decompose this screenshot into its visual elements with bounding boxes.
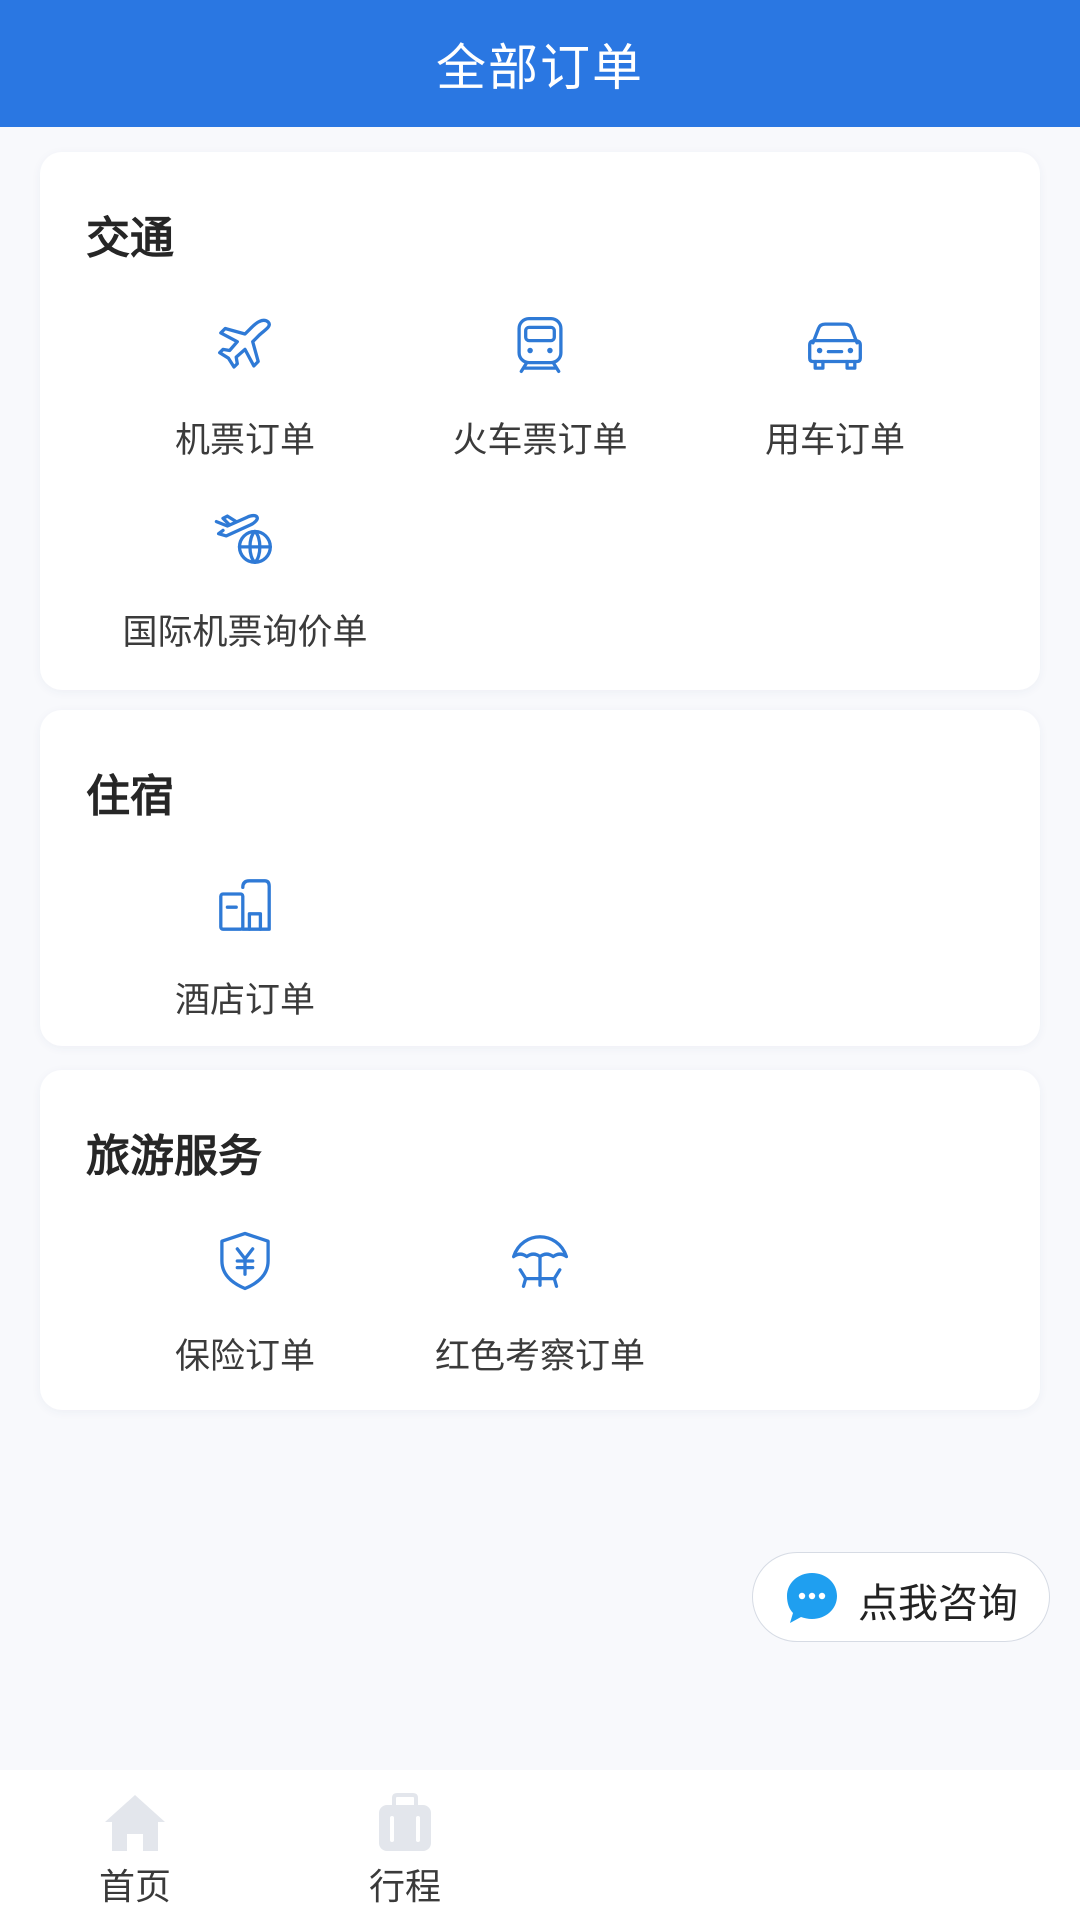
luggage-icon (372, 1792, 438, 1854)
car-orders-label: 用车订单 (764, 421, 905, 461)
international-flight-inquiry-entry[interactable]: 国际机票询价单 (80, 504, 410, 674)
page-title: 全部订单 (436, 38, 644, 97)
insurance-orders-label: 保险订单 (174, 1337, 315, 1377)
flight-orders-entry[interactable]: 机票订单 (80, 312, 410, 482)
train-orders-entry[interactable]: 火车票订单 (375, 312, 705, 482)
red-tour-orders-label: 红色考察订单 (434, 1337, 645, 1377)
train-orders-label: 火车票订单 (452, 421, 628, 461)
section-accommodation: 住宿 酒店订单 (40, 710, 1040, 1046)
train-icon (507, 312, 573, 378)
home-icon (102, 1792, 168, 1854)
bottom-tab-bar: 首页 行程 (0, 1770, 1080, 1920)
top-navigation-bar: 全部订单 (0, 0, 1080, 127)
section-transportation: 交通 机票订单 火车票订单 用车订单 国际机票询价单 (40, 152, 1040, 690)
tab-itinerary-label: 行程 (368, 1867, 441, 1908)
insurance-orders-entry[interactable]: 保险订单 (80, 1228, 410, 1398)
insurance-shield-icon (212, 1228, 278, 1294)
car-orders-entry[interactable]: 用车订单 (670, 312, 1000, 482)
hotel-orders-entry[interactable]: 酒店订单 (80, 872, 410, 1042)
red-tour-orders-entry[interactable]: 红色考察订单 (375, 1228, 705, 1398)
international-flight-inquiry-label: 国际机票询价单 (122, 613, 368, 653)
tab-home-label: 首页 (98, 1867, 171, 1908)
car-icon (802, 312, 868, 378)
international-flight-icon (212, 504, 278, 570)
section-title-travel-services: 旅游服务 (86, 1131, 262, 1182)
flight-orders-label: 机票订单 (174, 421, 315, 461)
tab-itinerary[interactable]: 行程 (315, 1770, 495, 1920)
tab-home[interactable]: 首页 (45, 1770, 225, 1920)
airplane-icon (212, 312, 278, 378)
consult-button[interactable]: 点我咨询 (752, 1552, 1050, 1642)
beach-umbrella-icon (507, 1228, 573, 1294)
hotel-orders-label: 酒店订单 (174, 981, 315, 1021)
section-travel-services: 旅游服务 保险订单 红色考察订单 (40, 1070, 1040, 1410)
chat-bubble-icon (783, 1569, 841, 1627)
hotel-icon (212, 872, 278, 938)
section-title-transportation: 交通 (86, 213, 174, 264)
consult-label: 点我咨询 (858, 1581, 1018, 1627)
section-title-accommodation: 住宿 (86, 771, 174, 822)
